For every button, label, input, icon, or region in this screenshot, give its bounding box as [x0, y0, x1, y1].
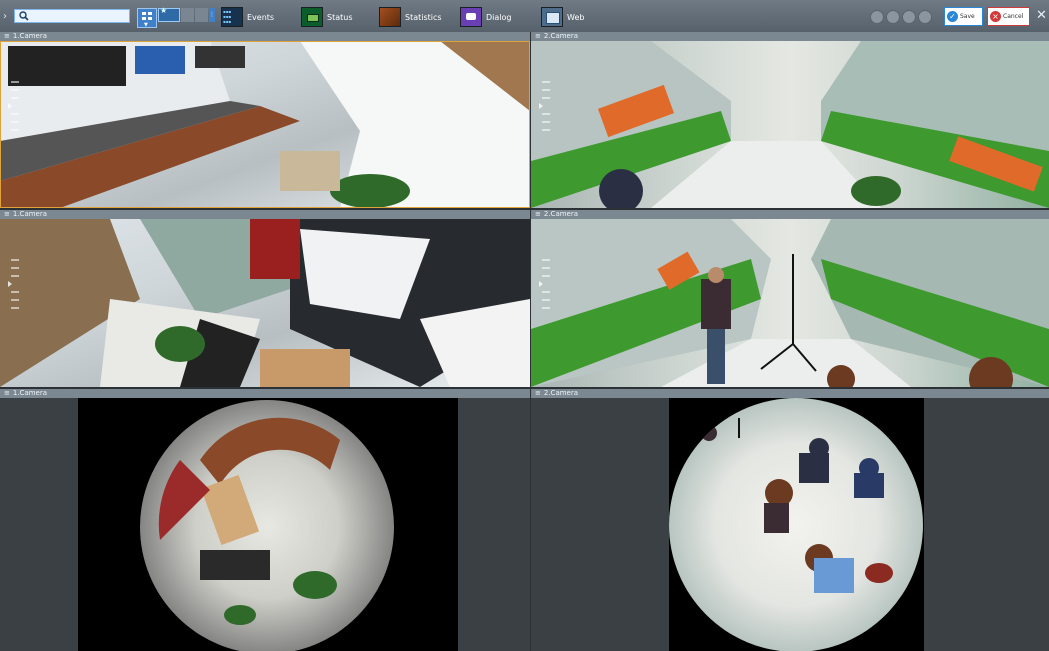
dialog-button[interactable]: Dialog	[460, 6, 511, 28]
save-label: Save	[960, 13, 975, 20]
web-icon	[541, 7, 563, 27]
globe-icon[interactable]	[886, 10, 900, 24]
camera-video[interactable]	[0, 398, 530, 651]
camera-title: 2.Camera	[543, 210, 579, 218]
ptz-arrow-icon	[8, 281, 12, 287]
camera-video[interactable]	[0, 219, 530, 387]
globe-icon[interactable]	[918, 10, 932, 24]
camera-scene	[531, 41, 1049, 208]
statistics-icon	[379, 7, 401, 27]
ptz-zoom-control[interactable]	[8, 255, 22, 315]
layout-select-button[interactable]: ▼	[137, 8, 157, 28]
layout-thumbnail[interactable]	[181, 8, 194, 22]
camera-cell[interactable]: ≡ 1.Camera	[0, 32, 530, 208]
camera-video[interactable]	[531, 219, 1049, 387]
pin-icon: ≡	[535, 32, 541, 40]
status-label: Status	[327, 12, 353, 22]
camera-title: 2.Camera	[543, 32, 579, 40]
camera-scene	[158, 417, 340, 625]
search-icon	[19, 11, 29, 21]
layout-scroll-button[interactable]: ⋮	[209, 8, 215, 22]
camera-video[interactable]	[531, 41, 1049, 208]
globe-icon[interactable]	[902, 10, 916, 24]
camera-scene	[701, 418, 893, 593]
pin-icon: ≡	[535, 210, 541, 218]
camera-cell[interactable]: ≡ 2.Camera	[531, 389, 1049, 651]
camera-cell[interactable]: ≡ 2.Camera	[531, 32, 1049, 208]
wrench-icon[interactable]: ✕	[1036, 6, 1048, 26]
cancel-label: Cancel	[1003, 13, 1024, 20]
layout-grid-icon	[142, 12, 152, 21]
globe-icon[interactable]	[870, 10, 884, 24]
toolbar: › ▼ ★ ⋮ ▪▪▪ ▪▪▪ ▪▪▪ Events Status Statisti…	[0, 0, 1049, 33]
star-icon: ★	[160, 6, 168, 15]
camera-title-bar: ≡ 2.Camera	[531, 210, 1049, 219]
camera-title-bar: ≡ 1.Camera	[0, 389, 530, 398]
layout-thumbnail-favorite[interactable]: ★	[158, 6, 180, 22]
events-label: Events	[247, 12, 275, 22]
camera-cell[interactable]: ≡ 1.Camera	[0, 210, 530, 387]
camera-scene	[0, 219, 530, 387]
fisheye-image	[669, 398, 923, 651]
ptz-arrow-icon	[539, 281, 543, 287]
save-check-icon: ✓	[947, 11, 958, 22]
camera-video[interactable]	[0, 41, 530, 208]
layout-thumbnail[interactable]	[195, 8, 208, 22]
web-label: Web	[567, 12, 585, 22]
camera-cell[interactable]: ≡ 2.Camera	[531, 210, 1049, 387]
ptz-arrow-icon	[8, 103, 12, 109]
camera-title-bar: ≡ 1.Camera	[0, 210, 530, 219]
camera-scene	[0, 41, 530, 208]
web-button[interactable]: Web	[541, 6, 584, 28]
statistics-label: Statistics	[405, 12, 442, 22]
status-button[interactable]: Status	[301, 6, 353, 28]
ptz-zoom-control[interactable]	[8, 77, 22, 137]
cancel-button[interactable]: × Cancel	[987, 7, 1030, 26]
chevron-down-icon: ▼	[144, 22, 148, 28]
camera-title: 1.Camera	[12, 32, 48, 40]
pin-icon: ≡	[535, 389, 541, 397]
camera-title: 1.Camera	[12, 389, 48, 397]
camera-scene	[531, 219, 1049, 387]
search-input[interactable]	[31, 10, 127, 22]
events-button[interactable]: ▪▪▪ ▪▪▪ ▪▪▪ Events	[221, 6, 274, 28]
camera-title-bar: ≡ 1.Camera	[0, 32, 530, 41]
fisheye-image	[140, 400, 394, 651]
dialog-icon	[460, 7, 482, 27]
panel-expand-arrow-icon[interactable]: ›	[1, 10, 9, 24]
save-button[interactable]: ✓ Save	[944, 7, 983, 26]
events-icon: ▪▪▪ ▪▪▪ ▪▪▪	[221, 7, 243, 27]
camera-title: 2.Camera	[543, 389, 579, 397]
search-field[interactable]	[14, 9, 130, 23]
cancel-x-icon: ×	[990, 11, 1001, 22]
dialog-label: Dialog	[486, 12, 512, 22]
pin-icon: ≡	[4, 32, 10, 40]
camera-title-bar: ≡ 2.Camera	[531, 389, 1049, 398]
layout-thumbnails: ★	[158, 6, 208, 22]
status-icon	[301, 7, 323, 27]
ptz-zoom-control[interactable]	[539, 77, 553, 137]
ptz-zoom-control[interactable]	[539, 255, 553, 315]
pin-icon: ≡	[4, 210, 10, 218]
camera-title: 1.Camera	[12, 210, 48, 218]
camera-title-bar: ≡ 2.Camera	[531, 32, 1049, 41]
ptz-arrow-icon	[539, 103, 543, 109]
camera-cell[interactable]: ≡ 1.Camera	[0, 389, 530, 651]
statistics-button[interactable]: Statistics	[379, 6, 442, 28]
camera-video[interactable]	[531, 398, 1049, 651]
pin-icon: ≡	[4, 389, 10, 397]
